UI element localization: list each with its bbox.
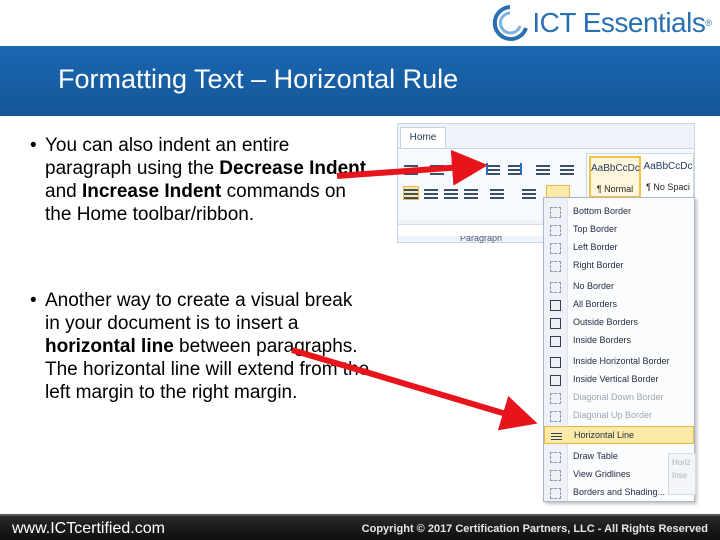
bullet-marker: •	[30, 290, 37, 311]
menu-item-label: View Gridlines	[573, 469, 631, 479]
bullet-hline-text-part: Another way to create a visual break in …	[45, 290, 353, 334]
left-border-icon	[550, 243, 561, 254]
styles-gallery: AaBbCcDc ¶ Normal AaBbCcDc ¶ No Spaci	[586, 153, 694, 201]
diagonal-up-border-icon	[550, 411, 561, 422]
footer-copyright: Copyright © 2017 Certification Partners,…	[361, 523, 708, 535]
menu-item-right-border[interactable]: Right Border	[544, 257, 694, 275]
sort-icon[interactable]	[536, 163, 550, 175]
bullet-hline-bold: horizontal line	[45, 336, 174, 357]
menu-item-diagonal-down-border[interactable]: Diagonal Down Border	[544, 389, 694, 407]
line-spacing-icon[interactable]	[490, 187, 504, 199]
borders-shading-icon	[550, 488, 561, 499]
outside-borders-icon	[550, 318, 561, 329]
title-band: Formatting Text – Horizontal Rule	[0, 46, 720, 116]
logo-strip: ICT Essentials ®	[0, 0, 720, 46]
align-left-icon[interactable]	[403, 186, 419, 200]
tooltip-flyout: Horiz Inse	[668, 453, 696, 495]
menu-item-no-border[interactable]: No Border	[544, 278, 694, 296]
bullet-indent-text-part: and	[45, 181, 82, 202]
inside-vertical-border-icon	[550, 375, 561, 386]
footer-bar: www.ICTcertified.com Copyright © 2017 Ce…	[0, 514, 720, 540]
top-border-icon	[550, 225, 561, 236]
tab-home[interactable]: Home	[400, 127, 446, 149]
flyout-text: Inse	[672, 471, 688, 480]
diagonal-down-border-icon	[550, 393, 561, 404]
menu-item-outside-borders[interactable]: Outside Borders	[544, 314, 694, 332]
bullet-indent-bold-decrease: Decrease Indent	[219, 158, 367, 179]
right-border-icon	[550, 261, 561, 272]
menu-item-label: Diagonal Up Border	[573, 410, 653, 420]
style-no-spacing[interactable]: AaBbCcDc ¶ No Spaci	[642, 156, 694, 198]
menu-item-label: Top Border	[573, 224, 618, 234]
bullet-indent: • You can also indent an entire paragrap…	[30, 134, 370, 226]
menu-item-bottom-border[interactable]: Bottom Border	[544, 203, 694, 221]
show-formatting-marks-icon[interactable]	[560, 163, 574, 175]
menu-item-all-borders[interactable]: All Borders	[544, 296, 694, 314]
decrease-indent-icon[interactable]	[486, 163, 500, 175]
flyout-text: Horiz	[672, 458, 691, 467]
ict-essentials-logo: ICT Essentials ®	[490, 4, 712, 42]
justify-icon[interactable]	[464, 187, 478, 199]
shading-icon[interactable]	[522, 187, 536, 199]
menu-item-label: Horizontal Line	[574, 430, 635, 440]
style-normal-sample: AaBbCcDc	[591, 163, 640, 174]
align-right-icon[interactable]	[444, 187, 458, 199]
slide-title: Formatting Text – Horizontal Rule	[58, 64, 459, 94]
menu-item-label: No Border	[573, 281, 615, 291]
align-center-icon[interactable]	[424, 187, 438, 199]
menu-item-label: Diagonal Down Border	[573, 392, 664, 402]
menu-item-inside-horizontal-border[interactable]: Inside Horizontal Border	[544, 353, 694, 371]
menu-item-label: Bottom Border	[573, 206, 632, 216]
footer-url: www.ICTcertified.com	[12, 520, 165, 537]
bullet-horizontal-line: • Another way to create a visual break i…	[30, 289, 370, 404]
inside-horizontal-border-icon	[550, 357, 561, 368]
inside-borders-icon	[550, 336, 561, 347]
horizontal-line-icon	[551, 431, 562, 442]
no-border-icon	[550, 282, 561, 293]
menu-item-left-border[interactable]: Left Border	[544, 239, 694, 257]
menu-item-label: Inside Vertical Border	[573, 374, 659, 384]
logo-text: ICT Essentials	[532, 7, 706, 38]
draw-table-icon	[550, 452, 561, 463]
menu-item-top-border[interactable]: Top Border	[544, 221, 694, 239]
view-gridlines-icon	[550, 470, 561, 481]
menu-item-label: Left Border	[573, 242, 618, 252]
menu-item-label: Right Border	[573, 260, 624, 270]
style-nospace-label: ¶ No Spaci	[646, 182, 690, 192]
menu-item-inside-borders[interactable]: Inside Borders	[544, 332, 694, 350]
menu-item-label: Draw Table	[573, 451, 618, 461]
bullets-icon[interactable]	[404, 163, 418, 175]
menu-item-label: Outside Borders	[573, 317, 639, 327]
bullet-marker: •	[30, 135, 37, 156]
menu-item-inside-vertical-border[interactable]: Inside Vertical Border	[544, 371, 694, 389]
bullet-horizontal-line-text: Another way to create a visual break in …	[45, 289, 370, 404]
increase-indent-icon[interactable]	[508, 163, 522, 175]
bullet-indent-bold-increase: Increase Indent	[81, 181, 222, 202]
all-borders-icon	[550, 300, 561, 311]
bullet-indent-text: You can also indent an entire paragraph …	[45, 134, 370, 226]
bottom-border-icon	[550, 207, 561, 218]
style-normal[interactable]: AaBbCcDc ¶ Normal	[589, 156, 641, 198]
style-normal-label: ¶ Normal	[596, 184, 634, 194]
menu-item-diagonal-up-border[interactable]: Diagonal Up Border	[544, 407, 694, 425]
menu-item-label: Inside Horizontal Border	[573, 356, 670, 366]
multilevel-list-icon[interactable]	[458, 163, 472, 175]
menu-item-label: Inside Borders	[573, 335, 632, 345]
menu-item-label: All Borders	[573, 299, 618, 309]
style-nospace-sample: AaBbCcDc	[643, 161, 693, 172]
menu-item-label: Borders and Shading...	[573, 487, 666, 497]
logo-registered-mark: ®	[705, 18, 712, 28]
numbering-icon[interactable]	[430, 163, 444, 175]
logo-swoosh-icon	[493, 5, 529, 41]
menu-item-horizontal-line[interactable]: Horizontal Line	[544, 426, 694, 444]
